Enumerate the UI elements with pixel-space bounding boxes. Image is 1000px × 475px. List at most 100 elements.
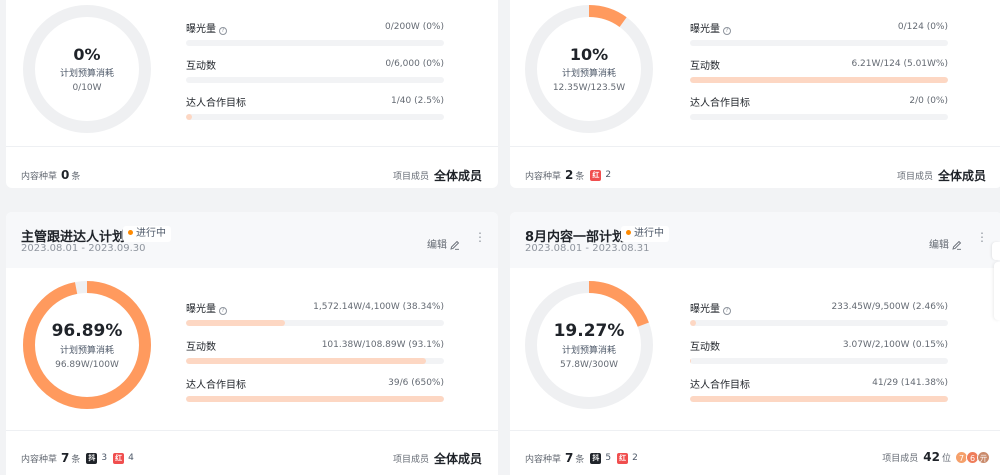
status-dot: [626, 230, 631, 235]
metric-exposure: 曝光量? 1,572.14W/4,100W (38.34%): [186, 300, 444, 326]
metric-name: 达人合作目标: [186, 379, 246, 391]
platform-xiaohongshu: 红2: [617, 452, 638, 464]
metric-value: 1,572.14W/4,100W (38.34%): [313, 302, 444, 312]
plan-date-range: 2023.08.01 - 2023.09.30: [21, 243, 146, 254]
plan-card-1[interactable]: 0% 计划预算消耗 0/10W 曝光量? 0/200W (0%) 互动数 0/6,0…: [6, 0, 498, 188]
content-label: 内容种草: [21, 454, 58, 465]
floating-side-tab[interactable]: [992, 242, 1000, 260]
metric-bar: [690, 114, 948, 120]
project-plan-board: 0% 计划预算消耗 0/10W 曝光量? 0/200W (0%) 互动数 0/6,0…: [0, 0, 1000, 475]
metric-name: 曝光量?: [690, 300, 731, 315]
budget-ring: 96.89% 计划预算消耗 96.89W/100W: [22, 280, 152, 410]
platform-count: 2: [605, 170, 612, 180]
metric-name: 曝光量?: [690, 20, 731, 35]
platform-count: 4: [128, 453, 134, 463]
edit-button[interactable]: 编辑: [929, 236, 962, 251]
content-summary: 内容种草 2 条 红2: [525, 168, 617, 182]
metric-influencer-target: 达人合作目标 2/0 (0%): [690, 94, 948, 120]
metric-value: 41/29 (141.38%): [872, 378, 948, 388]
plan-card-3[interactable]: 主管跟进达人计划 进行中 2023.08.01 - 2023.09.30 编辑 …: [6, 212, 498, 475]
card-divider: [6, 430, 498, 431]
metric-bar: [690, 40, 948, 46]
metric-bar: [186, 320, 444, 326]
metric-value: 1/40 (2.5%): [391, 96, 444, 106]
plan-card-2[interactable]: 10% 计划预算消耗 12.35W/123.5W 曝光量? 0/124 (0%) …: [510, 0, 1000, 188]
budget-label: 计划预算消耗: [561, 345, 616, 356]
card-divider: [510, 146, 1000, 147]
metric-bar: [690, 320, 948, 326]
metric-name: 达人合作目标: [186, 97, 246, 109]
platform-douyin: 抖5: [590, 452, 612, 464]
content-summary: 内容种草 7 条 抖3 红4: [21, 451, 140, 465]
budget-label: 计划预算消耗: [59, 69, 114, 79]
xiaohongshu-icon: 红: [113, 452, 125, 464]
content-label: 内容种草: [525, 454, 562, 465]
metric-value: 233.45W/9,500W (2.46%): [831, 302, 948, 312]
metric-value: 0/124 (0%): [897, 22, 948, 32]
metric-exposure: 曝光量? 233.45W/9,500W (2.46%): [690, 300, 948, 326]
platform-count: 3: [101, 453, 108, 463]
metric-name: 达人合作目标: [690, 379, 750, 391]
budget-value: 96.89W/100W: [55, 359, 119, 370]
project-members[interactable]: 项目成员 42 位 7 6 亓: [882, 450, 990, 464]
budget-label: 计划预算消耗: [561, 69, 616, 79]
question-icon[interactable]: ?: [219, 26, 227, 35]
question-icon[interactable]: ?: [723, 306, 731, 315]
floating-side-panel-handle[interactable]: [994, 262, 1000, 320]
status-badge: 进行中: [123, 226, 171, 242]
metric-name: 互动数: [186, 60, 216, 72]
edit-button[interactable]: 编辑: [427, 236, 460, 251]
content-label: 内容种草: [21, 171, 58, 182]
budget-percent: 0%: [73, 45, 101, 64]
question-icon[interactable]: ?: [219, 306, 227, 315]
card-header: 主管跟进达人计划 进行中 2023.08.01 - 2023.09.30 编辑 …: [6, 212, 498, 268]
pencil-icon: [450, 240, 460, 250]
budget-label: 计划预算消耗: [59, 345, 114, 356]
metric-influencer-target: 达人合作目标 1/40 (2.5%): [186, 94, 444, 120]
budget-ring: 10% 计划预算消耗 12.35W/123.5W: [524, 4, 654, 134]
budget-percent: 10%: [569, 45, 609, 64]
content-label: 内容种草: [525, 171, 562, 182]
content-count: 7: [565, 451, 574, 465]
more-options-icon[interactable]: ⋮: [474, 231, 486, 243]
metric-value: 6.21W/124 (5.01W%): [851, 59, 948, 69]
project-members[interactable]: 项目成员 全体成员: [393, 450, 482, 467]
pencil-icon: [952, 240, 962, 250]
metric-bar-fill: [690, 396, 948, 402]
more-options-icon[interactable]: ⋮: [976, 231, 988, 243]
card-header: 8月内容一部计划 进行中 2023.08.01 - 2023.08.31 编辑 …: [510, 212, 1000, 268]
xiaohongshu-icon: 红: [590, 169, 602, 181]
metric-name: 互动数: [186, 341, 216, 353]
content-count: 7: [61, 451, 70, 465]
metric-interaction: 互动数 6.21W/124 (5.01W%): [690, 57, 948, 83]
metric-bar: [186, 40, 444, 46]
metric-value: 101.38W/108.89W (93.1%): [321, 340, 444, 350]
content-summary: 内容种草 7 条 抖5 红2: [525, 451, 644, 465]
plan-card-4[interactable]: 8月内容一部计划 进行中 2023.08.01 - 2023.08.31 编辑 …: [510, 212, 1000, 475]
metric-bar: [186, 358, 444, 364]
metric-interaction: 互动数 3.07W/2,100W (0.15%): [690, 338, 948, 364]
avatar[interactable]: 亓: [977, 450, 990, 464]
member-label: 项目成员: [392, 172, 429, 182]
metric-bar: [186, 114, 444, 120]
content-unit: 条: [71, 454, 81, 465]
member-label: 项目成员: [882, 453, 919, 464]
content-count: 0: [61, 168, 70, 182]
project-members[interactable]: 项目成员 全体成员: [897, 167, 986, 184]
platform-count: 5: [605, 453, 612, 463]
member-label: 项目成员: [392, 455, 429, 465]
budget-value: 57.8W/300W: [559, 359, 619, 370]
question-icon[interactable]: ?: [723, 26, 731, 35]
metric-bar: [690, 77, 948, 83]
budget-percent: 96.89%: [51, 320, 123, 341]
metric-bar: [690, 396, 948, 402]
content-unit: 条: [71, 171, 81, 182]
metric-value: 3.07W/2,100W (0.15%): [842, 340, 948, 350]
project-members[interactable]: 项目成员 全体成员: [393, 167, 482, 184]
xiaohongshu-icon: 红: [617, 452, 629, 464]
metric-value: 39/6 (650%): [388, 378, 444, 388]
member-count: 42: [923, 450, 940, 464]
metric-name: 曝光量?: [186, 20, 227, 35]
douyin-icon: 抖: [86, 452, 98, 464]
metric-bar-fill: [186, 396, 444, 402]
